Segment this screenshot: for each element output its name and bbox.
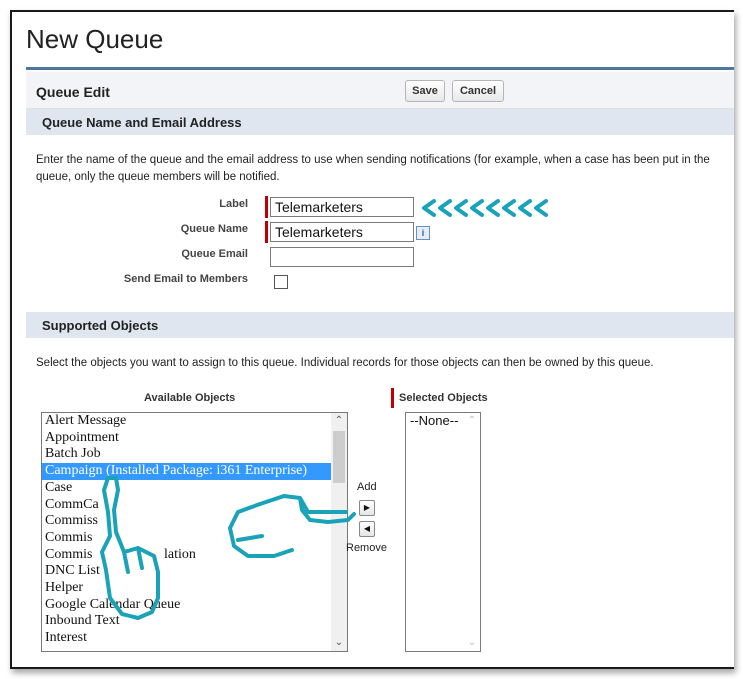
section-queue-name-help: Enter the name of the queue and the emai… bbox=[36, 152, 734, 186]
add-button[interactable]: ▶ bbox=[359, 500, 375, 516]
label-input[interactable]: Telemarketers bbox=[270, 197, 414, 217]
required-marker bbox=[265, 221, 268, 243]
window-frame: New Queue Queue Edit Save Cancel Queue N… bbox=[10, 10, 734, 669]
queue-edit-heading: Queue Edit bbox=[36, 84, 110, 100]
save-button[interactable]: Save bbox=[405, 80, 445, 102]
selected-objects-list[interactable]: --None-- ⌃ ⌄ bbox=[405, 412, 481, 652]
required-marker bbox=[391, 388, 394, 408]
list-item[interactable]: Batch Job bbox=[42, 446, 347, 463]
list-item[interactable]: Google Calendar Queue bbox=[42, 597, 347, 614]
queue-email-field-label: Queue Email bbox=[181, 248, 248, 260]
available-objects-label: Available Objects bbox=[144, 392, 236, 404]
list-item-suffix: lation bbox=[164, 546, 196, 562]
list-item[interactable]: DNC List bbox=[42, 563, 347, 580]
list-item[interactable]: CommCa bbox=[42, 497, 347, 514]
remove-button[interactable]: ◀ bbox=[359, 521, 375, 537]
remove-label: Remove bbox=[346, 542, 387, 554]
queue-email-input[interactable] bbox=[270, 247, 414, 267]
help-line-2: queue, only the queue members will be no… bbox=[36, 171, 280, 183]
queue-name-field-label: Queue Name bbox=[180, 223, 248, 235]
section-queue-name-heading: Queue Name and Email Address bbox=[42, 115, 242, 130]
section-objects-header: Supported Objects bbox=[26, 312, 734, 338]
list-item[interactable]: Commiss bbox=[42, 513, 347, 530]
scroll-up-icon[interactable]: ⌃ bbox=[331, 413, 347, 429]
selected-objects-label: Selected Objects bbox=[399, 392, 488, 404]
page-title: New Queue bbox=[26, 24, 164, 54]
section-queue-name-header: Queue Name and Email Address bbox=[26, 109, 734, 135]
info-icon[interactable]: i bbox=[416, 226, 430, 240]
scroll-down-icon[interactable]: ⌄ bbox=[331, 635, 347, 651]
available-scrollbar[interactable]: ⌃ ⌄ bbox=[331, 413, 347, 651]
required-marker bbox=[265, 196, 268, 218]
list-item[interactable]: Commis lation bbox=[42, 547, 347, 564]
section-objects-help: Select the objects you want to assign to… bbox=[36, 357, 654, 369]
send-email-checkbox[interactable] bbox=[274, 275, 288, 289]
section-objects-heading: Supported Objects bbox=[42, 318, 159, 333]
available-objects-list[interactable]: Alert Message Appointment Batch Job Campaig… bbox=[41, 412, 348, 652]
arrow-left-icon: ◀ bbox=[363, 524, 371, 533]
list-item[interactable]: Interest bbox=[42, 630, 347, 647]
list-item[interactable]: Commis bbox=[42, 530, 347, 547]
help-line-1: Enter the name of the queue and the emai… bbox=[36, 154, 710, 166]
cancel-button[interactable]: Cancel bbox=[452, 80, 504, 102]
add-label: Add bbox=[357, 481, 377, 493]
list-item[interactable]: Appointment bbox=[42, 430, 347, 447]
send-email-field-label: Send Email to Members bbox=[123, 273, 248, 285]
arrow-right-icon: ▶ bbox=[363, 503, 371, 512]
list-item-text: Commis bbox=[45, 546, 93, 562]
scroll-down-icon[interactable]: ⌄ bbox=[464, 635, 480, 651]
label-field-label: Label bbox=[219, 198, 248, 210]
title-rule bbox=[26, 67, 734, 70]
selected-scrollbar[interactable]: ⌃ ⌄ bbox=[464, 413, 480, 651]
list-item[interactable]: Campaign (Installed Package: i361 Enterp… bbox=[42, 463, 347, 480]
list-item[interactable]: Alert Message bbox=[42, 413, 347, 430]
queue-name-input[interactable]: Telemarketers bbox=[270, 222, 414, 242]
scroll-thumb[interactable] bbox=[333, 431, 345, 483]
queue-edit-header bbox=[26, 74, 734, 109]
scroll-up-icon[interactable]: ⌃ bbox=[464, 413, 480, 429]
list-item[interactable]: Inbound Text bbox=[42, 613, 347, 630]
list-item[interactable]: Helper bbox=[42, 580, 347, 597]
list-item[interactable]: Case bbox=[42, 480, 347, 497]
